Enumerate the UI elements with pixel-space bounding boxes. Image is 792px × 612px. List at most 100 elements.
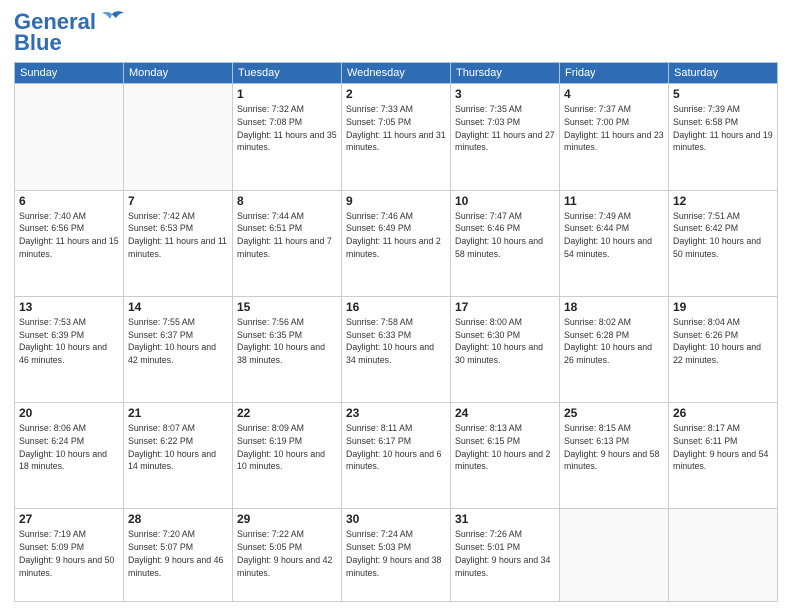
day-number: 23: [346, 406, 446, 420]
day-number: 7: [128, 194, 228, 208]
day-number: 17: [455, 300, 555, 314]
calendar-cell: 9Sunrise: 7:46 AMSunset: 6:49 PMDaylight…: [342, 190, 451, 296]
weekday-header-row: SundayMondayTuesdayWednesdayThursdayFrid…: [15, 63, 778, 84]
header: General Blue: [14, 10, 778, 56]
day-info: Sunrise: 7:44 AMSunset: 6:51 PMDaylight:…: [237, 210, 337, 261]
day-number: 9: [346, 194, 446, 208]
day-number: 6: [19, 194, 119, 208]
week-row-1: 1 Sunrise: 7:32 AMSunset: 7:08 PMDaylight…: [15, 84, 778, 190]
calendar-cell: 2Sunrise: 7:33 AMSunset: 7:05 PMDaylight…: [342, 84, 451, 190]
day-info: Sunrise: 8:00 AMSunset: 6:30 PMDaylight:…: [455, 316, 555, 367]
calendar-cell: 13 Sunrise: 7:53 AMSunset: 6:39 PMDayligh…: [15, 296, 124, 402]
calendar-cell: 4 Sunrise: 7:37 AMSunset: 7:00 PMDaylight…: [560, 84, 669, 190]
day-info: Sunrise: 8:07 AMSunset: 6:22 PMDaylight:…: [128, 422, 228, 473]
day-number: 1: [237, 87, 337, 101]
day-number: 12: [673, 194, 773, 208]
day-info: Sunrise: 8:02 AMSunset: 6:28 PMDaylight:…: [564, 316, 664, 367]
calendar-cell: 23Sunrise: 8:11 AMSunset: 6:17 PMDayligh…: [342, 403, 451, 509]
calendar-cell: 3 Sunrise: 7:35 AMSunset: 7:03 PMDaylight…: [451, 84, 560, 190]
day-info: Sunrise: 7:32 AMSunset: 7:08 PMDaylight:…: [237, 103, 337, 154]
day-info: Sunrise: 8:17 AMSunset: 6:11 PMDaylight:…: [673, 422, 773, 473]
day-number: 10: [455, 194, 555, 208]
calendar-cell: 8 Sunrise: 7:44 AMSunset: 6:51 PMDaylight…: [233, 190, 342, 296]
day-info: Sunrise: 8:15 AMSunset: 6:13 PMDaylight:…: [564, 422, 664, 473]
day-info: Sunrise: 7:20 AMSunset: 5:07 PMDaylight:…: [128, 528, 228, 579]
calendar-cell: 30 Sunrise: 7:24 AMSunset: 5:03 PMDayligh…: [342, 509, 451, 602]
day-info: Sunrise: 7:55 AMSunset: 6:37 PMDaylight:…: [128, 316, 228, 367]
calendar-cell: 16 Sunrise: 7:58 AMSunset: 6:33 PMDayligh…: [342, 296, 451, 402]
calendar-cell: [124, 84, 233, 190]
calendar-cell: 15 Sunrise: 7:56 AMSunset: 6:35 PMDayligh…: [233, 296, 342, 402]
day-number: 13: [19, 300, 119, 314]
day-number: 28: [128, 512, 228, 526]
day-info: Sunrise: 7:40 AMSunset: 6:56 PMDaylight:…: [19, 210, 119, 261]
week-row-2: 6 Sunrise: 7:40 AMSunset: 6:56 PMDaylight…: [15, 190, 778, 296]
weekday-header-wednesday: Wednesday: [342, 63, 451, 84]
calendar-table: SundayMondayTuesdayWednesdayThursdayFrid…: [14, 62, 778, 602]
day-number: 8: [237, 194, 337, 208]
calendar-cell: 7 Sunrise: 7:42 AMSunset: 6:53 PMDaylight…: [124, 190, 233, 296]
day-info: Sunrise: 7:26 AMSunset: 5:01 PMDaylight:…: [455, 528, 555, 579]
weekday-header-tuesday: Tuesday: [233, 63, 342, 84]
calendar-cell: 31 Sunrise: 7:26 AMSunset: 5:01 PMDayligh…: [451, 509, 560, 602]
calendar-cell: 27 Sunrise: 7:19 AMSunset: 5:09 PMDayligh…: [15, 509, 124, 602]
calendar-cell: 24Sunrise: 8:13 AMSunset: 6:15 PMDayligh…: [451, 403, 560, 509]
calendar-cell: [15, 84, 124, 190]
day-number: 4: [564, 87, 664, 101]
calendar-cell: 18 Sunrise: 8:02 AMSunset: 6:28 PMDayligh…: [560, 296, 669, 402]
calendar-cell: 25 Sunrise: 8:15 AMSunset: 6:13 PMDayligh…: [560, 403, 669, 509]
day-number: 19: [673, 300, 773, 314]
week-row-5: 27 Sunrise: 7:19 AMSunset: 5:09 PMDayligh…: [15, 509, 778, 602]
calendar-cell: 12 Sunrise: 7:51 AMSunset: 6:42 PMDayligh…: [669, 190, 778, 296]
day-number: 15: [237, 300, 337, 314]
day-info: Sunrise: 7:56 AMSunset: 6:35 PMDaylight:…: [237, 316, 337, 367]
calendar-page: General Blue SundayMondayTuesdayWednesda…: [0, 0, 792, 612]
calendar-cell: 26 Sunrise: 8:17 AMSunset: 6:11 PMDayligh…: [669, 403, 778, 509]
week-row-3: 13 Sunrise: 7:53 AMSunset: 6:39 PMDayligh…: [15, 296, 778, 402]
calendar-cell: 6 Sunrise: 7:40 AMSunset: 6:56 PMDaylight…: [15, 190, 124, 296]
weekday-header-sunday: Sunday: [15, 63, 124, 84]
day-number: 27: [19, 512, 119, 526]
day-number: 3: [455, 87, 555, 101]
logo: General Blue: [14, 10, 126, 56]
day-number: 31: [455, 512, 555, 526]
week-row-4: 20Sunrise: 8:06 AMSunset: 6:24 PMDayligh…: [15, 403, 778, 509]
day-number: 29: [237, 512, 337, 526]
weekday-header-saturday: Saturday: [669, 63, 778, 84]
day-number: 25: [564, 406, 664, 420]
weekday-header-monday: Monday: [124, 63, 233, 84]
day-info: Sunrise: 7:19 AMSunset: 5:09 PMDaylight:…: [19, 528, 119, 579]
calendar-cell: 19Sunrise: 8:04 AMSunset: 6:26 PMDayligh…: [669, 296, 778, 402]
day-info: Sunrise: 7:39 AMSunset: 6:58 PMDaylight:…: [673, 103, 773, 154]
day-info: Sunrise: 7:24 AMSunset: 5:03 PMDaylight:…: [346, 528, 446, 579]
day-info: Sunrise: 7:35 AMSunset: 7:03 PMDaylight:…: [455, 103, 555, 154]
calendar-cell: 14 Sunrise: 7:55 AMSunset: 6:37 PMDayligh…: [124, 296, 233, 402]
logo-bird-icon: [98, 10, 126, 30]
calendar-cell: [669, 509, 778, 602]
day-number: 30: [346, 512, 446, 526]
day-info: Sunrise: 7:37 AMSunset: 7:00 PMDaylight:…: [564, 103, 664, 154]
weekday-header-friday: Friday: [560, 63, 669, 84]
day-number: 18: [564, 300, 664, 314]
calendar-cell: [560, 509, 669, 602]
day-info: Sunrise: 7:47 AMSunset: 6:46 PMDaylight:…: [455, 210, 555, 261]
calendar-cell: 1 Sunrise: 7:32 AMSunset: 7:08 PMDaylight…: [233, 84, 342, 190]
day-info: Sunrise: 7:42 AMSunset: 6:53 PMDaylight:…: [128, 210, 228, 261]
day-number: 14: [128, 300, 228, 314]
day-info: Sunrise: 8:09 AMSunset: 6:19 PMDaylight:…: [237, 422, 337, 473]
weekday-header-thursday: Thursday: [451, 63, 560, 84]
logo-blue: Blue: [14, 30, 62, 56]
day-number: 20: [19, 406, 119, 420]
day-number: 26: [673, 406, 773, 420]
day-info: Sunrise: 7:53 AMSunset: 6:39 PMDaylight:…: [19, 316, 119, 367]
day-number: 24: [455, 406, 555, 420]
day-info: Sunrise: 7:58 AMSunset: 6:33 PMDaylight:…: [346, 316, 446, 367]
day-info: Sunrise: 7:51 AMSunset: 6:42 PMDaylight:…: [673, 210, 773, 261]
day-number: 22: [237, 406, 337, 420]
day-number: 2: [346, 87, 446, 101]
calendar-cell: 29Sunrise: 7:22 AMSunset: 5:05 PMDayligh…: [233, 509, 342, 602]
calendar-cell: 21 Sunrise: 8:07 AMSunset: 6:22 PMDayligh…: [124, 403, 233, 509]
day-number: 21: [128, 406, 228, 420]
day-number: 16: [346, 300, 446, 314]
day-number: 5: [673, 87, 773, 101]
